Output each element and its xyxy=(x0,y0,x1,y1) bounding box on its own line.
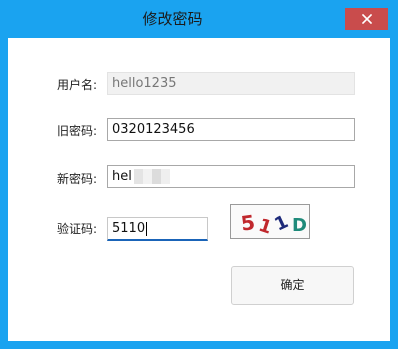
change-password-dialog: 修改密码 用户名: hello1235 旧密码: 0320123456 新密码:… xyxy=(0,0,398,349)
captcha-input-value: 5110 xyxy=(112,221,146,236)
captcha-char: D xyxy=(292,215,307,236)
confirm-button[interactable]: 确定 xyxy=(231,266,354,305)
close-icon xyxy=(361,14,372,24)
new-password-visible-text: hel xyxy=(112,169,132,184)
captcha-char: 1 xyxy=(271,211,291,235)
old-password-field[interactable]: 0320123456 xyxy=(107,118,355,141)
captcha-label: 验证码: xyxy=(57,222,98,236)
username-label: 用户名: xyxy=(57,78,98,92)
captcha-char: 5 xyxy=(239,210,256,236)
captcha-input[interactable]: 5110 xyxy=(107,217,208,241)
old-password-label: 旧密码: xyxy=(57,124,98,138)
new-password-label: 新密码: xyxy=(57,172,98,186)
close-button[interactable] xyxy=(345,8,388,30)
captcha-graphic: 5 1 1 D xyxy=(239,210,307,239)
text-caret xyxy=(146,221,148,236)
title-bar[interactable]: 修改密码 xyxy=(0,0,398,38)
dialog-body: 用户名: hello1235 旧密码: 0320123456 新密码: hel … xyxy=(8,38,390,341)
window-title: 修改密码 xyxy=(142,10,203,28)
captcha-image[interactable]: 5 1 1 D xyxy=(230,204,310,239)
username-field[interactable]: hello1235 xyxy=(107,72,355,95)
new-password-field[interactable]: hel xyxy=(107,165,355,188)
blurred-text-mask xyxy=(133,169,170,184)
